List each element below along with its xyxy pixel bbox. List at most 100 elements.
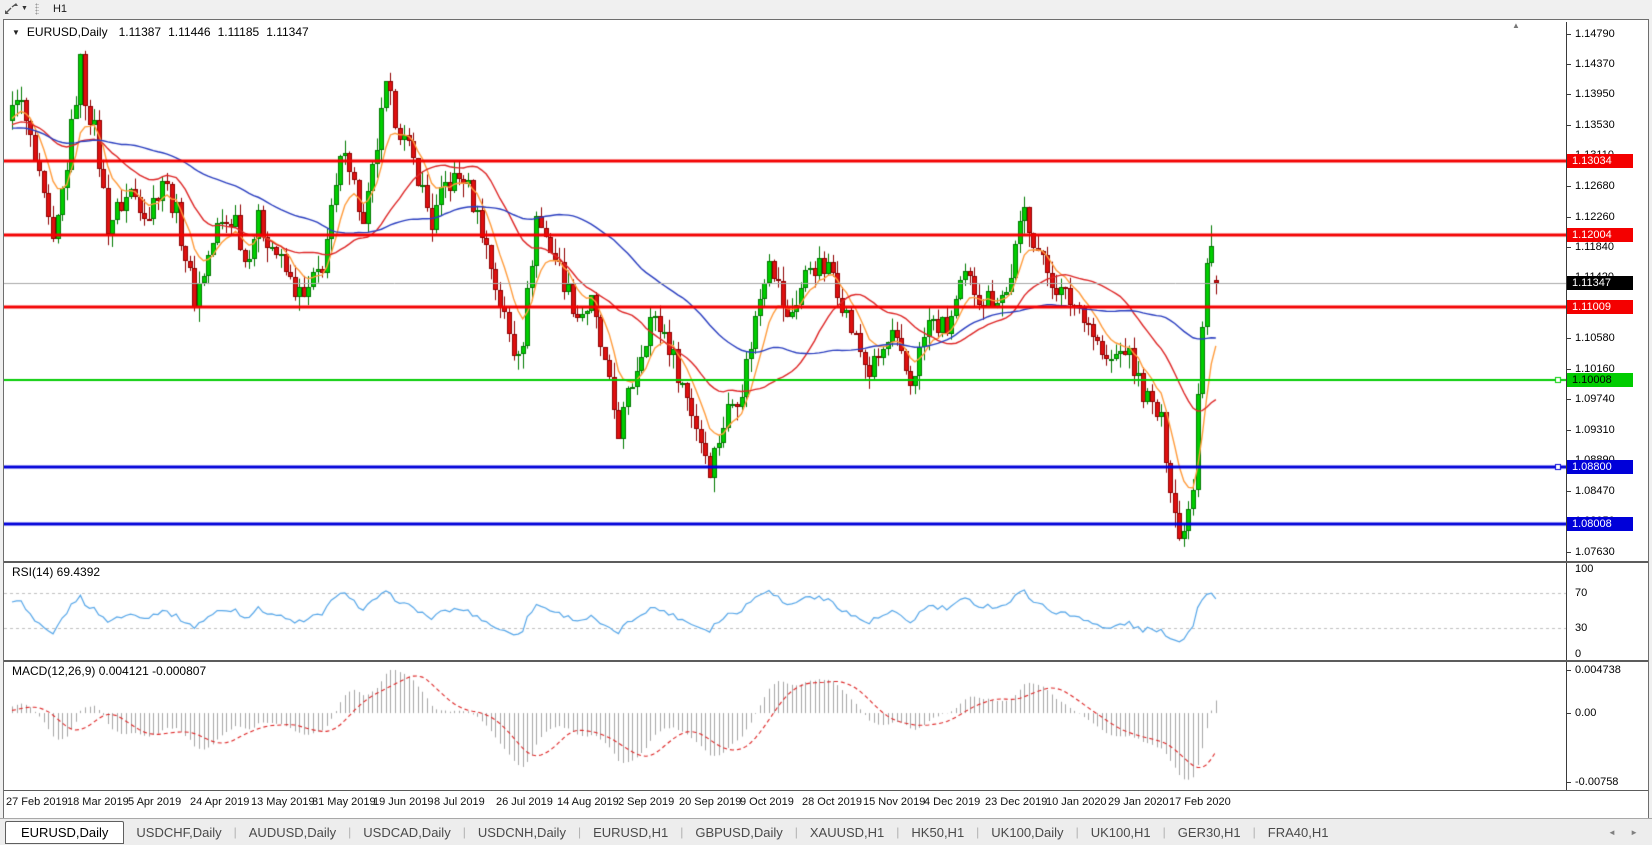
chart-tab-usdchf-daily[interactable]: USDCHF,Daily xyxy=(124,822,233,843)
macd-tick-label: 0.00 xyxy=(1575,707,1597,719)
price-line-tag: 1.13034 xyxy=(1567,154,1633,168)
chart-tab-xauusd-h1[interactable]: XAUUSD,H1 xyxy=(798,822,896,843)
date-label: 15 Nov 2019 xyxy=(863,796,926,808)
price-tick-mark xyxy=(1567,552,1571,553)
chart-menu-caret-icon[interactable]: ▼ xyxy=(12,28,20,37)
date-label: 4 Dec 2019 xyxy=(924,796,981,808)
chart-tab-eurusd-daily[interactable]: EURUSD,Daily xyxy=(5,820,125,844)
macd-canvas[interactable] xyxy=(4,662,1566,790)
date-axis[interactable]: 27 Feb 2019 18 Mar 2019 5 Apr 2019 24 Apr 2… xyxy=(4,791,1648,819)
date-label: 2 Sep 2019 xyxy=(618,796,675,808)
price-chart-panel: ▼ EURUSD,Daily 1.11387 1.11446 1.11185 1… xyxy=(4,21,1648,561)
chart-tab-ger30-h1[interactable]: GER30,H1 xyxy=(1166,822,1253,843)
chart-tab-uk100-daily[interactable]: UK100,Daily xyxy=(979,822,1075,843)
chart-tab-uk100-h1[interactable]: UK100,H1 xyxy=(1079,822,1163,843)
price-tick-label: 1.13530 xyxy=(1575,119,1615,131)
toolbar-grip-handle[interactable] xyxy=(34,2,39,15)
date-label: 23 Dec 2019 xyxy=(985,796,1048,808)
chart-tab-usdcad-daily[interactable]: USDCAD,Daily xyxy=(351,822,462,843)
date-label: 31 May 2019 xyxy=(312,796,376,808)
price-chart-canvas[interactable] xyxy=(4,22,1566,561)
price-tick-label: 1.12680 xyxy=(1575,180,1615,192)
date-label: 10 Jan 2020 xyxy=(1046,796,1107,808)
rsi-indicator-panel: RSI(14) 69.4392 100 70 30 0 xyxy=(4,563,1648,660)
price-tick-label: 1.14790 xyxy=(1575,28,1615,40)
date-label: 17 Feb 2020 xyxy=(1169,796,1231,808)
price-line-tag: 1.11009 xyxy=(1567,300,1633,314)
chart-shift-marker[interactable]: ▲ xyxy=(1512,21,1520,30)
date-label: 5 Apr 2019 xyxy=(128,796,182,808)
date-label: 18 Mar 2019 xyxy=(67,796,129,808)
date-label: 9 Oct 2019 xyxy=(740,796,794,808)
date-label: 24 Apr 2019 xyxy=(190,796,250,808)
price-tick-label: 1.10580 xyxy=(1575,332,1615,344)
chart-arrows-icon[interactable] xyxy=(5,3,18,14)
macd-axis[interactable]: 0.004738 0.00 -0.00758 xyxy=(1566,662,1648,790)
price-tick-label: 1.08470 xyxy=(1575,485,1615,497)
timeframe-button-h1[interactable]: H1 xyxy=(46,1,81,17)
price-tick-label: 1.11840 xyxy=(1575,241,1614,253)
date-label: 26 Jul 2019 xyxy=(496,796,553,808)
rsi-tick-label: 0 xyxy=(1575,648,1582,660)
macd-tick-label: 0.004738 xyxy=(1575,664,1621,676)
date-label: 28 Oct 2019 xyxy=(802,796,862,808)
price-tick-label: 1.12260 xyxy=(1575,211,1615,223)
date-label: 8 Jul 2019 xyxy=(434,796,485,808)
rsi-label: RSI(14) 69.4392 xyxy=(12,565,101,579)
price-tick-mark xyxy=(1567,338,1571,339)
chart-tab-bar: EURUSD,Daily USDCHF,Daily | AUDUSD,Daily | US… xyxy=(0,818,1652,845)
price-tick-mark xyxy=(1567,34,1571,35)
price-line-tag: 1.08800 xyxy=(1567,460,1633,474)
price-tick-mark xyxy=(1567,125,1571,126)
ohlc-close: 1.11347 xyxy=(266,25,309,39)
ohlc-low: 1.11185 xyxy=(217,25,260,39)
date-label: 27 Feb 2019 xyxy=(6,796,68,808)
date-label: 14 Aug 2019 xyxy=(557,796,619,808)
chart-tab-eurusd-h1[interactable]: EURUSD,H1 xyxy=(581,822,680,843)
price-axis[interactable]: 1.147901.143701.139501.135301.131101.126… xyxy=(1566,22,1648,561)
chart-window: ▼ EURUSD,Daily 1.11387 1.11446 1.11185 1… xyxy=(3,19,1649,819)
chart-tabs: EURUSD,Daily USDCHF,Daily | AUDUSD,Daily | US… xyxy=(5,820,1341,844)
ohlc-open: 1.11387 xyxy=(118,25,162,39)
ohlc-high: 1.11446 xyxy=(168,25,211,39)
rsi-tick-label: 100 xyxy=(1575,563,1594,575)
chart-tab-audusd-daily[interactable]: AUDUSD,Daily xyxy=(237,822,348,843)
price-line-tag: 1.12004 xyxy=(1567,228,1633,242)
price-tick-mark xyxy=(1567,247,1571,248)
tab-scroll-arrows[interactable]: ◄ ► xyxy=(1608,828,1644,837)
trading-terminal: ▼ M1M5M15M30H1H4D1W1MN ▼ EURUSD,Daily 1.… xyxy=(0,0,1652,845)
price-tick-label: 1.14370 xyxy=(1575,58,1615,70)
chart-tab-gbpusd-daily[interactable]: GBPUSD,Daily xyxy=(683,822,794,843)
rsi-canvas[interactable] xyxy=(4,563,1566,660)
chart-symbol-label: EURUSD,Daily xyxy=(26,25,108,39)
rsi-tick-label: 30 xyxy=(1575,622,1588,634)
chart-tab-hk50-h1[interactable]: HK50,H1 xyxy=(899,822,976,843)
price-tick-mark xyxy=(1567,94,1571,95)
price-tick-mark xyxy=(1567,186,1571,187)
chevron-down-icon[interactable]: ▼ xyxy=(21,5,28,12)
price-tick-mark xyxy=(1567,217,1571,218)
rsi-axis[interactable]: 100 70 30 0 xyxy=(1566,563,1648,660)
price-tick-mark xyxy=(1567,491,1571,492)
macd-label: MACD(12,26,9) 0.004121 -0.000807 xyxy=(12,664,207,678)
price-line-tag: 1.08008 xyxy=(1567,517,1633,531)
price-tick-mark xyxy=(1567,399,1571,400)
date-label: 19 Jun 2019 xyxy=(373,796,434,808)
price-tick-label: 1.13950 xyxy=(1575,88,1615,100)
macd-tick-label: -0.00758 xyxy=(1575,776,1619,788)
macd-indicator-panel: MACD(12,26,9) 0.004121 -0.000807 0.00473… xyxy=(4,662,1648,790)
date-label: 13 May 2019 xyxy=(251,796,315,808)
macd-tick-mark xyxy=(1567,713,1571,714)
date-label: 29 Jan 2020 xyxy=(1108,796,1169,808)
chart-tab-usdcnh-daily[interactable]: USDCNH,Daily xyxy=(466,822,578,843)
price-tick-label: 1.09310 xyxy=(1575,424,1615,436)
rsi-tick-label: 70 xyxy=(1575,587,1588,599)
macd-tick-mark xyxy=(1567,670,1571,671)
price-tick-mark xyxy=(1567,430,1571,431)
price-line-tag: 1.10008 xyxy=(1567,373,1633,387)
chart-title: ▼ EURUSD,Daily 1.11387 1.11446 1.11185 1… xyxy=(12,25,309,39)
price-tick-label: 1.09740 xyxy=(1575,393,1615,405)
price-tick-mark xyxy=(1567,369,1571,370)
chart-tab-fra40-h1[interactable]: FRA40,H1 xyxy=(1256,822,1341,843)
macd-tick-mark xyxy=(1567,782,1571,783)
